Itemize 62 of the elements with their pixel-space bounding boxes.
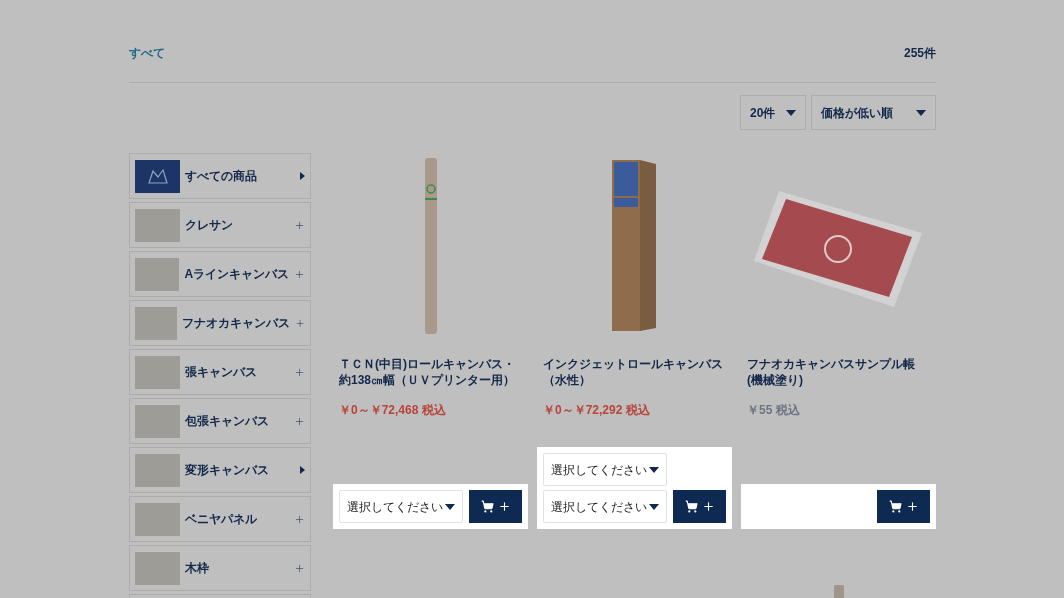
sort-dropdown[interactable]: 価格が低い順 bbox=[811, 95, 936, 130]
plus-icon bbox=[294, 415, 305, 427]
category-label: 変形キャンバス bbox=[185, 462, 270, 479]
caret-icon bbox=[916, 109, 926, 116]
product-price: ￥0～￥72,292 税込 bbox=[542, 402, 651, 419]
photo-placeholder bbox=[135, 404, 180, 438]
category-item[interactable]: すべての商品 bbox=[129, 153, 311, 199]
plus-icon bbox=[497, 500, 511, 513]
category-label: Aラインキャンバス bbox=[184, 266, 290, 283]
plus-icon bbox=[294, 268, 305, 280]
plus-icon bbox=[294, 219, 305, 231]
category-item[interactable]: 包張キャンバス bbox=[129, 398, 311, 444]
cart-icon bbox=[684, 500, 698, 513]
plus-icon bbox=[294, 513, 305, 525]
logo-thumbnail bbox=[135, 159, 180, 193]
plus-icon bbox=[294, 317, 305, 329]
per-page-dropdown[interactable]: 20件 bbox=[740, 95, 806, 130]
add-to-cart-button[interactable] bbox=[877, 490, 930, 523]
plus-icon bbox=[294, 562, 305, 574]
category-label: 包張キャンバス bbox=[185, 413, 270, 430]
photo-placeholder bbox=[135, 551, 180, 585]
photo-placeholder bbox=[135, 355, 180, 389]
cart-icon bbox=[888, 500, 902, 513]
photo-placeholder bbox=[135, 208, 180, 242]
category-item[interactable]: ベニヤパネル bbox=[129, 496, 311, 542]
plus-icon bbox=[905, 500, 919, 513]
add-to-cart-button[interactable] bbox=[673, 490, 726, 523]
category-label: 張キャンバス bbox=[185, 364, 258, 381]
cart-icon bbox=[480, 500, 494, 513]
result-count: 255件 bbox=[903, 45, 936, 62]
photo-placeholder bbox=[135, 502, 180, 536]
category-label: クレサン bbox=[185, 217, 234, 234]
photo-placeholder bbox=[135, 257, 180, 291]
add-to-cart-button[interactable] bbox=[469, 490, 522, 523]
option-select[interactable]: 選択してください bbox=[543, 453, 667, 486]
product-title[interactable]: ＴＣＮ(中目)ロールキャンバス・約138㎝幅（ＵＶプリンター用） bbox=[333, 356, 528, 388]
arrow-right-icon bbox=[300, 172, 305, 180]
category-label: ベニヤパネル bbox=[185, 511, 258, 528]
product-price: ￥0～￥72,468 税込 bbox=[338, 402, 447, 419]
arrow-right-icon bbox=[300, 466, 305, 474]
caret-icon bbox=[649, 466, 659, 473]
category-item[interactable]: 変形キャンバス bbox=[129, 447, 311, 493]
photo-placeholder bbox=[135, 453, 180, 487]
category-item[interactable]: 張キャンバス bbox=[129, 349, 311, 395]
product-title[interactable]: フナオカキャンバスサンプル帳(機械塗り) bbox=[741, 356, 936, 388]
plus-icon bbox=[701, 500, 715, 513]
caret-icon bbox=[445, 503, 455, 510]
option-select[interactable]: 選択してください bbox=[339, 490, 463, 523]
category-label: フナオカキャンバス bbox=[181, 315, 290, 332]
category-item[interactable]: Aラインキャンバス bbox=[129, 251, 311, 297]
plus-icon bbox=[294, 366, 305, 378]
category-item[interactable]: 木枠 bbox=[129, 545, 311, 591]
caret-icon bbox=[786, 109, 796, 116]
product-title[interactable]: インクジェットロールキャンバス（水性） bbox=[537, 356, 732, 388]
category-item[interactable]: フナオカキャンバス bbox=[129, 300, 311, 346]
category-item[interactable]: クレサン bbox=[129, 202, 311, 248]
category-label: すべての商品 bbox=[185, 168, 258, 185]
product-price: ￥55 税込 bbox=[746, 402, 801, 419]
photo-placeholder bbox=[135, 306, 177, 340]
caret-icon bbox=[649, 503, 659, 510]
category-label: 木枠 bbox=[185, 560, 210, 577]
option-select[interactable]: 選択してください bbox=[543, 490, 667, 523]
